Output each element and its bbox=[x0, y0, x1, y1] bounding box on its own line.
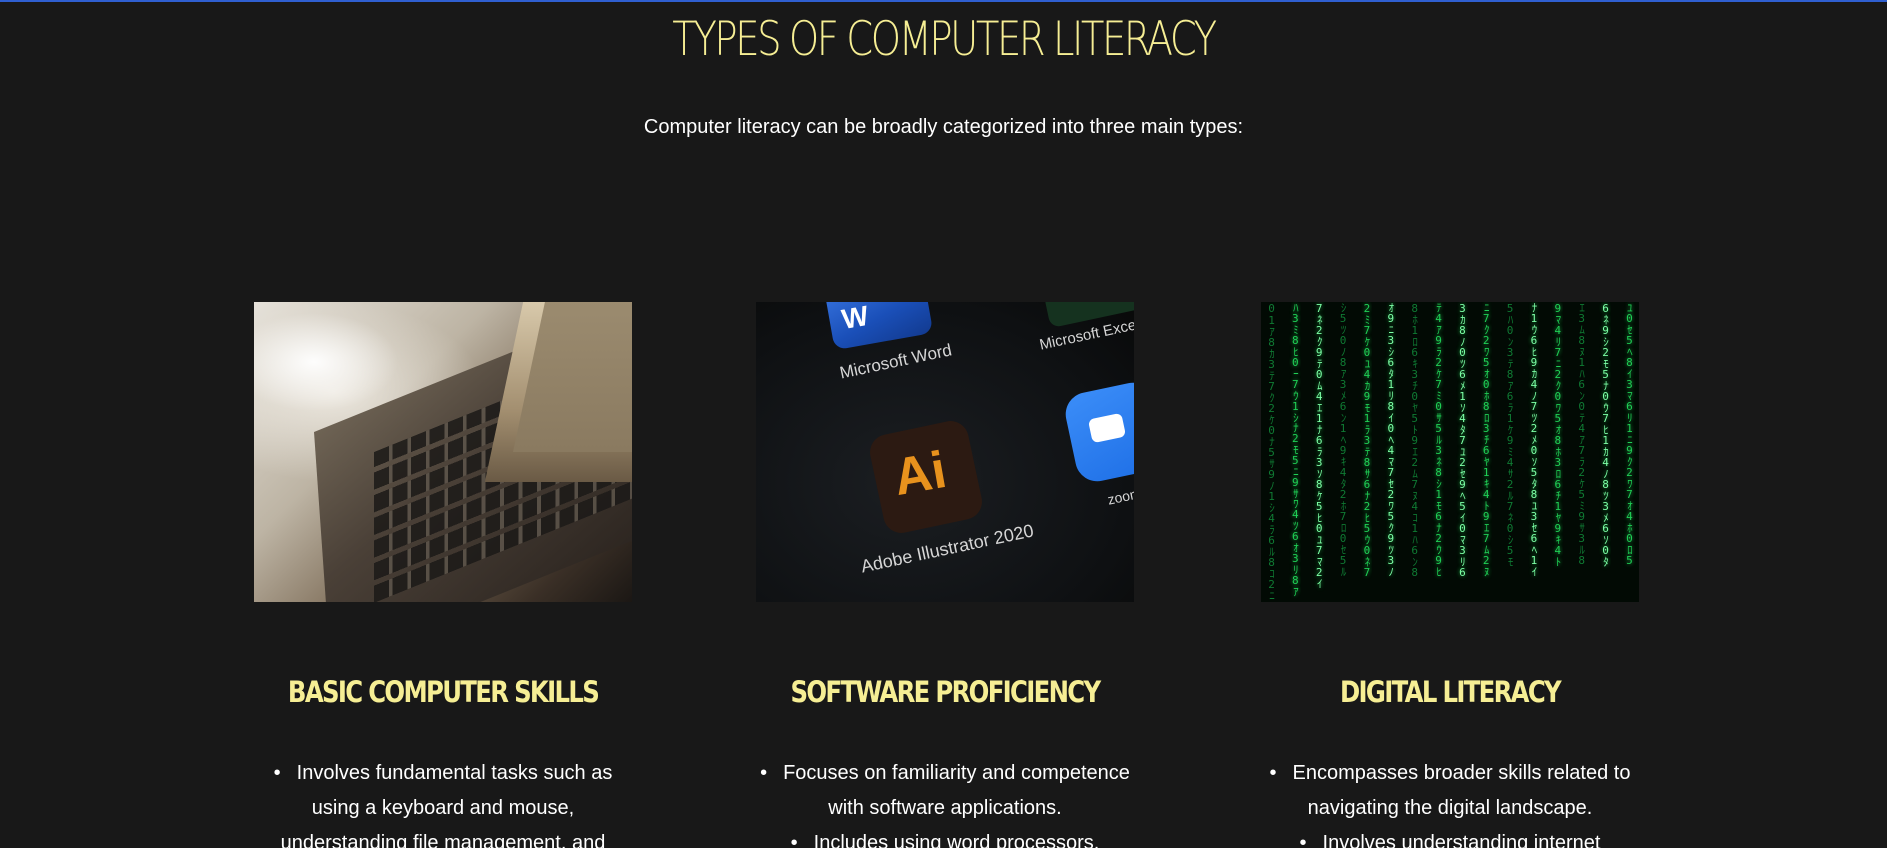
card-bullet: Focuses on familiarity and competence wi… bbox=[756, 756, 1134, 826]
card-title: BASIC COMPUTER SKILLS bbox=[287, 675, 600, 709]
matrix-column: ﾅ1ｳ6ﾋ9ｶ4ﾉ7ﾂ2ﾒ0ｿ5ﾀ8ﾕ3ｾ6ﾍ1ｲ bbox=[1527, 302, 1540, 576]
matrix-column: ｼ5ﾂ0ﾉ8ｱ3ﾒ6ﾝ1ﾍ9ｷ4ﾀ2ﾎ7ﾛ0ｾ5ﾙ bbox=[1336, 302, 1349, 576]
laptop-keyboard-image bbox=[254, 302, 632, 602]
matrix-column: ﾊ3ﾐ8ﾋ0ｰ7ｳ1ｼﾅ2ﾓ5ﾆ9ｻﾜ4ﾂ6ｵ3ﾘ8ｱ bbox=[1288, 302, 1301, 596]
illustrator-label: Adobe Illustrator 2020 bbox=[859, 520, 1036, 577]
app-icons-image: W Ai Microsoft Word Microsoft Excel Adob… bbox=[756, 302, 1134, 602]
matrix-column: ﾆ7ｸ2ﾜ5ｵ0ﾎ8ﾛ3ﾁ6ﾔ1ｷ4ﾄ9ｴ7ﾑ2ﾇ bbox=[1479, 302, 1492, 576]
card-bullet: Encompasses broader skills related to na… bbox=[1261, 756, 1639, 826]
card-title: DIGITAL LITERACY bbox=[1339, 675, 1562, 709]
card-bullet-list: Involves fundamental tasks such as using… bbox=[254, 756, 632, 848]
card-title: SOFTWARE PROFICIENCY bbox=[790, 675, 1102, 709]
matrix-column: ｴ3ﾑ8ﾇ1ﾊ6ﾝ0ﾃ4ｱ7ﾗ2ｹ5ﾐ9ｻ3ﾙ8 bbox=[1575, 302, 1588, 566]
matrix-column: 6ﾈ9ｼ2ﾓ5ﾅ0ｳ7ﾋ1ｶ4ﾉ8ﾂ3ﾒ6ｿ0ﾀ bbox=[1599, 302, 1612, 566]
matrix-column: ﾃ4ｱ9ﾗ2ｹ7ﾐ0ｻ5ﾙ3ﾈ8ｼ1ﾓ6ﾅ2ｳ9ﾋ bbox=[1432, 302, 1445, 576]
card-software-proficiency: W Ai Microsoft Word Microsoft Excel Adob… bbox=[756, 302, 1134, 848]
matrix-column: 2ﾐ7ｹ0ﾕ4ｶ9ﾓ1ﾗ3ﾃ8ｻ6ﾅ2ﾋ5ｳ0ﾈ7 bbox=[1360, 302, 1373, 578]
card-bullet: Includes using word processors, bbox=[756, 826, 1134, 848]
matrix-column: 3ｶ8ﾉ0ﾂ6ﾒ1ｿ4ﾀ7ﾕ2ｾ9ﾍ5ｲ0ﾏ3ﾘ6 bbox=[1455, 302, 1468, 578]
matrix-column: 7ﾈ2ｸ9ﾃ0ﾑ4ｴ1ﾅ6ﾗ3ｿ8ｹ5ﾋ0ﾕ7ﾏ2ｲ bbox=[1312, 302, 1325, 588]
matrix-column: ｵ9ﾆ3ｼ6ﾀ1ﾘ8ｲ0ﾍ4ﾏ7ｾ2ﾜ5ｸ9ﾂ3ﾉ bbox=[1384, 302, 1397, 576]
card-bullet-list: Focuses on familiarity and competence wi… bbox=[756, 756, 1134, 848]
matrix-column: ﾕ0ｾ5ﾍ8ｲ3ﾏ6ﾘ1ﾆ9ｸ2ﾜ7ｵ4ﾎ0ﾛ5 bbox=[1622, 302, 1635, 566]
section-subtitle: Computer literacy can be broadly categor… bbox=[643, 116, 1244, 138]
matrix-columns: 01ｱ8ｶ3ﾃ7ｸ2ｹ0ﾅ5ｻ9ﾉ1ｼ4ﾗ6ﾙ8ｺ2ﾆ0 ﾊ3ﾐ8ﾋ0ｰ7ｳ1ｼ… bbox=[1261, 302, 1639, 602]
matrix-code-image: 01ｱ8ｶ3ﾃ7ｸ2ｹ0ﾅ5ｻ9ﾉ1ｼ4ﾗ6ﾙ8ｺ2ﾆ0 ﾊ3ﾐ8ﾋ0ｰ7ｳ1ｼ… bbox=[1261, 302, 1639, 602]
word-letter: W bbox=[839, 302, 871, 336]
top-border bbox=[0, 0, 1887, 2]
illustrator-letters: Ai bbox=[889, 440, 951, 508]
zoom-label: zoom bbox=[1106, 484, 1134, 508]
matrix-column: 8ﾎ1ﾛ6ｷ3ﾁ0ﾔ5ﾄ9ｴ2ﾑ7ﾇ4ｺ1ﾊ6ﾝ8 bbox=[1408, 302, 1421, 578]
card-basic-computer-skills: BASIC COMPUTER SKILLS Involves fundament… bbox=[254, 302, 632, 848]
matrix-column: 5ﾊ0ﾝ3ﾃ8ｱ6ﾗ1ｹ9ﾐ4ｻ2ﾙ7ﾈ0ｼ5ﾓ bbox=[1503, 302, 1516, 566]
word-label: Microsoft Word bbox=[838, 340, 954, 383]
card-digital-literacy: 01ｱ8ｶ3ﾃ7ｸ2ｹ0ﾅ5ｻ9ﾉ1ｼ4ﾗ6ﾙ8ｺ2ﾆ0 ﾊ3ﾐ8ﾋ0ｰ7ｳ1ｼ… bbox=[1261, 302, 1639, 848]
matrix-column: 01ｱ8ｶ3ﾃ7ｸ2ｹ0ﾅ5ｻ9ﾉ1ｼ4ﾗ6ﾙ8ｺ2ﾆ0 bbox=[1265, 302, 1277, 602]
card-bullet-list: Encompasses broader skills related to na… bbox=[1261, 756, 1639, 848]
matrix-column: 9ﾏ4ﾘ7ﾆ2ｸ0ﾜ5ｵ8ﾎ3ﾛ6ﾁ1ﾔ9ｷ4ﾄ bbox=[1551, 302, 1564, 566]
card-bullet: Involves understanding internet bbox=[1261, 826, 1639, 848]
section-title: TYPES OF COMPUTER LITERACY bbox=[672, 12, 1217, 67]
card-bullet: Involves fundamental tasks such as using… bbox=[254, 756, 632, 848]
